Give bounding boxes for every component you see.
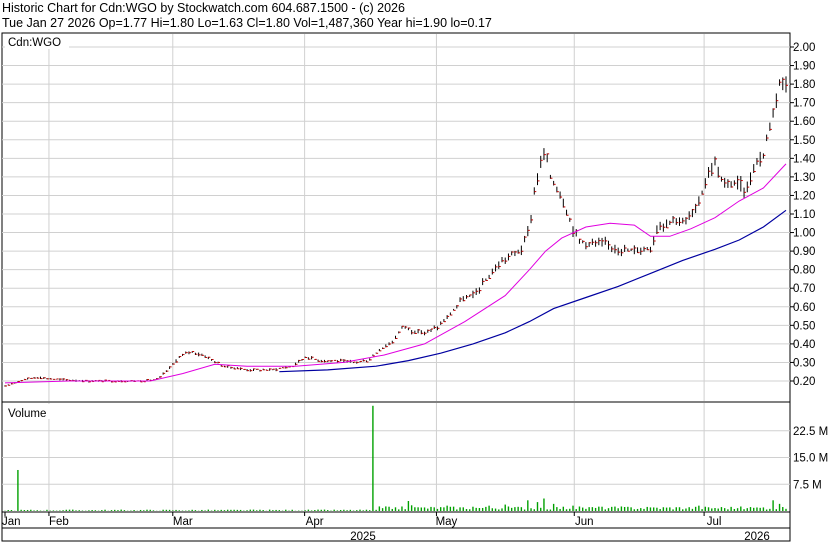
price-tick-label: 1.80: [793, 79, 815, 91]
price-tick-label: 0.20: [793, 376, 815, 388]
price-tick-label: 1.60: [793, 116, 815, 128]
year-label: 2025: [350, 531, 376, 543]
price-ohlc-bars: [4, 76, 788, 387]
price-tick-label: 1.20: [793, 190, 815, 202]
month-tick-label: Feb: [49, 516, 69, 528]
volume-grid: [2, 403, 790, 511]
price-volume-chart: 2.00 1.90 1.80 1.70 1.60 1.50 1.40 1.30 1.20 1.10…: [1, 32, 828, 543]
price-tick-label: 0.50: [793, 320, 815, 332]
month-tick-label: Apr: [306, 516, 324, 528]
month-tick-label: Mar: [173, 516, 193, 528]
price-tick-label: 0.90: [793, 246, 815, 258]
volume-tick-label: 22.5 M: [793, 426, 828, 438]
price-tick-label: 1.90: [793, 61, 815, 73]
price-tick-label: 1.00: [793, 228, 815, 240]
moving-average-long-line: [279, 209, 787, 373]
plot-frame: [1, 32, 791, 542]
symbol-label: Cdn:WGO: [8, 37, 61, 49]
volume-axis-ticks: 22.5 M 15.0 M 7.5 M: [793, 426, 828, 492]
price-axis-ticks: 2.00 1.90 1.80 1.70 1.60 1.50 1.40 1.30 1.20 1.10…: [790, 42, 815, 388]
price-tick-label: 1.50: [793, 135, 815, 147]
price-tick-label: 0.40: [793, 339, 815, 351]
volume-tick-label: 15.0 M: [793, 453, 828, 465]
moving-average-lines: [4, 163, 787, 384]
volume-bars: [4, 405, 787, 511]
price-tick-label: 0.60: [793, 302, 815, 314]
price-tick-label: 2.00: [793, 42, 815, 54]
volume-tick-label: 7.5 M: [793, 479, 822, 491]
month-tick-label: Jun: [575, 516, 594, 528]
price-tick-label: 1.10: [793, 209, 815, 221]
chart-root: Historic Chart for Cdn:WGO by Stockwatch…: [0, 0, 830, 543]
price-tick-label: 0.70: [793, 283, 815, 295]
price-tick-label: 1.40: [793, 153, 815, 165]
price-tick-label: 0.30: [793, 357, 815, 369]
month-tick-label: May: [436, 516, 458, 528]
year-label: 2026: [744, 531, 770, 543]
month-tick-label: Jan: [2, 516, 21, 528]
volume-label: Volume: [8, 408, 46, 420]
month-tick-label: Jul: [707, 516, 722, 528]
price-tick-label: 1.70: [793, 98, 815, 110]
moving-average-short-line: [4, 163, 787, 384]
price-tick-label: 0.80: [793, 265, 815, 277]
price-tick-label: 1.30: [793, 172, 815, 184]
